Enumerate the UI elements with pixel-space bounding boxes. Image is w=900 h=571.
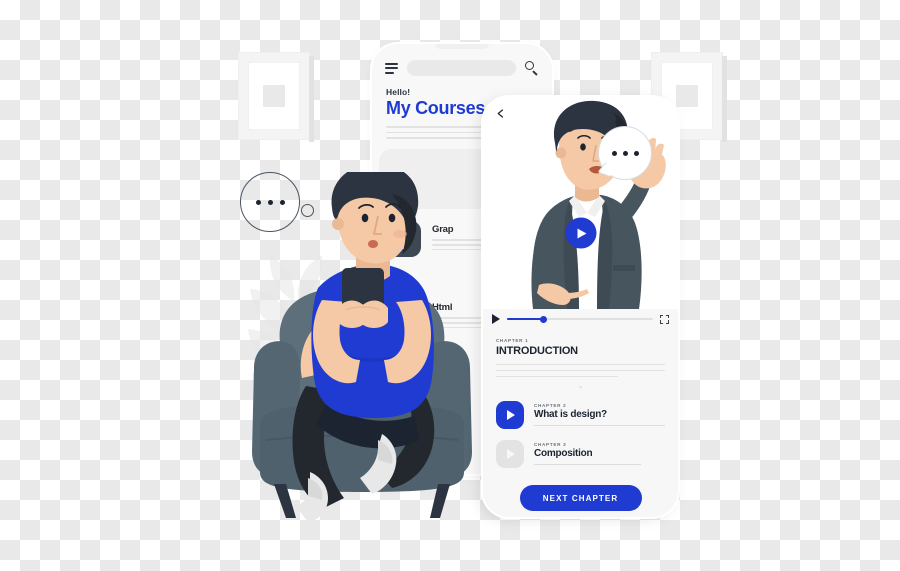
progress-knob[interactable] (540, 315, 547, 323)
hamburger-icon[interactable] (385, 62, 398, 74)
chapter-row-2[interactable]: CHAPTER 2 What is design? (496, 401, 665, 429)
chevron-down-icon[interactable]: ⌄ (496, 382, 665, 390)
current-chapter-kicker: CHAPTER 1 (496, 338, 529, 343)
illustration-canvas: Hello! My Courses Grap Html CHAPTER 1 IN… (0, 0, 900, 571)
divider (496, 364, 665, 365)
bubble-dot (633, 150, 639, 156)
fullscreen-icon[interactable] (660, 314, 669, 324)
speech-bubble-right (598, 126, 652, 180)
phone-notch (435, 44, 489, 49)
play-circle-icon[interactable] (565, 217, 596, 249)
greeting-text: Hello! (386, 87, 411, 97)
bubble-dot (611, 150, 617, 156)
divider (496, 376, 618, 377)
search-input[interactable] (407, 60, 516, 76)
chapter-title: Composition (534, 448, 593, 459)
play-icon[interactable] (496, 440, 524, 468)
current-chapter-title: INTRODUCTION (496, 345, 578, 357)
chapter-kicker: CHAPTER 3 (534, 442, 567, 447)
divider (534, 425, 665, 426)
chapter-list: CHAPTER 1 INTRODUCTION ⌄ CHAPTER 2 What … (483, 329, 678, 511)
phone-front-player[interactable]: CHAPTER 1 INTRODUCTION ⌄ CHAPTER 2 What … (483, 97, 678, 517)
chevron-left-icon[interactable] (496, 109, 505, 118)
frame-inner-square (676, 85, 698, 107)
presenter-illustration (531, 100, 666, 309)
picture-frame-left (238, 52, 310, 140)
video-player-area[interactable] (483, 97, 678, 309)
play-icon[interactable] (492, 314, 500, 324)
divider (534, 464, 642, 465)
frame-mat (248, 62, 300, 130)
chapter-title: What is design? (534, 409, 607, 420)
bubble-dot (622, 150, 628, 156)
progress-slider[interactable] (507, 315, 653, 323)
picture-frame-left-edge (309, 56, 314, 142)
bubble-dot (255, 199, 261, 205)
thought-bubble-left (240, 172, 300, 232)
progress-fill (507, 318, 544, 320)
divider (496, 370, 665, 371)
play-icon[interactable] (496, 401, 524, 429)
search-icon[interactable] (525, 61, 539, 76)
chapter-kicker: CHAPTER 2 (534, 403, 567, 408)
chapter-row-3[interactable]: CHAPTER 3 Composition (496, 440, 665, 468)
next-chapter-button[interactable]: NEXT CHAPTER (519, 485, 642, 511)
video-controls[interactable] (483, 309, 678, 329)
bubble-dot (267, 199, 273, 205)
thought-bubble-ring-small (301, 204, 314, 217)
bubble-dot (279, 199, 285, 205)
frame-inner-square (263, 85, 285, 107)
picture-frame-right-edge (722, 56, 727, 142)
